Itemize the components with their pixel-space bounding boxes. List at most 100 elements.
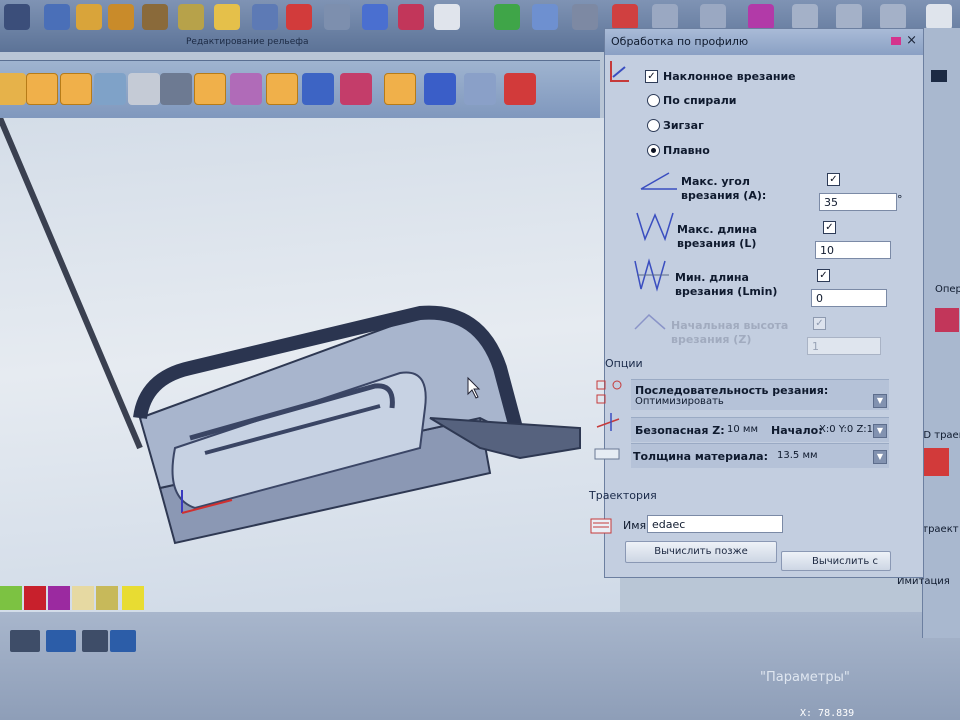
radio-smooth[interactable]	[647, 144, 660, 157]
taskbar-item-3[interactable]	[82, 630, 108, 652]
arc-icon[interactable]	[652, 4, 678, 30]
3d-viewport[interactable]	[0, 118, 620, 638]
max-angle-checkbox[interactable]: ✓	[827, 173, 840, 186]
thickness-dropdown-icon[interactable]: ▼	[873, 450, 887, 464]
trajectory-icon	[587, 513, 617, 539]
view-axes-button[interactable]	[60, 73, 92, 105]
relief-shape-icon[interactable]	[44, 4, 70, 30]
relief-star-icon[interactable]	[398, 4, 424, 30]
move-arrows-icon[interactable]	[926, 4, 952, 30]
file-icon[interactable]	[4, 4, 30, 30]
name-label: Имя:	[623, 519, 650, 532]
safe-z-row[interactable]: Безопасная Z: 10 мм Начало: X:0 Y:0 Z:10…	[631, 417, 889, 442]
min-len-field[interactable]: 0	[811, 289, 887, 307]
rounded-rect-icon[interactable]	[836, 4, 862, 30]
trajectory-name-field[interactable]: edaec	[647, 515, 783, 533]
view-render-icon[interactable]	[504, 73, 536, 105]
view-relief-icon[interactable]	[230, 73, 262, 105]
start-height-label-1: Начальная высота	[671, 319, 789, 332]
relief-home-icon[interactable]	[286, 4, 312, 30]
start-height-field[interactable]: 1	[807, 337, 881, 355]
safe-z-icon	[593, 409, 625, 437]
corner-icon[interactable]	[880, 4, 906, 30]
vector-icon[interactable]	[572, 4, 598, 30]
view-toolbar	[0, 60, 600, 119]
swatch-purple[interactable]	[48, 586, 70, 610]
pin-icon[interactable]	[891, 37, 901, 45]
ramp-icon	[609, 59, 631, 87]
min-len-checkbox[interactable]: ✓	[817, 269, 830, 282]
close-icon[interactable]: ×	[906, 33, 917, 48]
operations-label: Опер	[935, 284, 960, 295]
thickness-label: Толщина материала:	[633, 450, 768, 463]
max-len-label-2: врезания (L)	[677, 237, 757, 250]
view-layer-icon[interactable]	[302, 73, 334, 105]
start-height-checkbox[interactable]: ✓	[813, 317, 826, 330]
safe-z-value: 10 мм	[727, 424, 758, 435]
relief-column-icon[interactable]	[324, 4, 350, 30]
panel-title: Обработка по профилю	[611, 35, 749, 48]
max-angle-field[interactable]: 35	[819, 193, 897, 211]
relief-pen-icon[interactable]	[434, 4, 460, 30]
color-swatch-bar	[0, 576, 200, 612]
operation-icon[interactable]	[935, 308, 959, 332]
view-pencil-icon[interactable]	[128, 73, 160, 105]
max-len-field[interactable]: 10	[815, 241, 891, 259]
collapse-up-icon[interactable]	[931, 70, 947, 82]
panel-header: Обработка по профилю ×	[605, 29, 923, 55]
profile-machining-panel: Обработка по профилю × ✓ Наклонное вреза…	[589, 28, 924, 578]
view-zoom-icon[interactable]	[464, 73, 496, 105]
calculate-later-button[interactable]: Вычислить позже	[625, 541, 777, 563]
node-circle-icon[interactable]	[792, 4, 818, 30]
view-layer-red-icon[interactable]	[340, 73, 372, 105]
gear-red-icon[interactable]	[612, 4, 638, 30]
taskbar-item-4[interactable]	[110, 630, 136, 652]
add-green-icon[interactable]	[494, 4, 520, 30]
radio-spiral[interactable]	[647, 94, 660, 107]
3d-model-drawing	[0, 118, 581, 545]
dome-icon[interactable]	[532, 4, 558, 30]
bulb-icon[interactable]	[0, 73, 26, 105]
max-len-label-1: Макс. длина	[677, 223, 758, 236]
status-area	[0, 612, 960, 720]
node-square-icon[interactable]	[748, 4, 774, 30]
relief-subtract-icon[interactable]	[108, 4, 134, 30]
relief-merge-icon[interactable]	[142, 4, 168, 30]
bell-shape-icon[interactable]	[700, 4, 726, 30]
view-iso-button[interactable]	[26, 73, 58, 105]
swatch-olive[interactable]	[96, 586, 118, 610]
relief-smooth-icon[interactable]	[178, 4, 204, 30]
start-point-label: Начало:	[771, 424, 823, 437]
ramp-checkbox[interactable]: ✓	[645, 70, 658, 83]
relief-lock-icon[interactable]	[252, 4, 278, 30]
ramp-label: Наклонное врезание	[663, 70, 796, 83]
view-brush-icon[interactable]	[424, 73, 456, 105]
relief-sculpt-icon[interactable]	[214, 4, 240, 30]
safe-z-dropdown-icon[interactable]: ▼	[873, 424, 887, 438]
max-len-checkbox[interactable]: ✓	[823, 221, 836, 234]
swatch-green[interactable]	[0, 586, 22, 610]
safe-z-label: Безопасная Z:	[635, 424, 725, 437]
relief-plane-icon[interactable]	[362, 4, 388, 30]
thickness-row[interactable]: Толщина материала: 13.5 мм ▼	[631, 443, 889, 468]
relief-add-icon[interactable]	[76, 4, 102, 30]
sequence-row[interactable]: Последовательность резания: Оптимизирова…	[631, 379, 889, 410]
swatch-red[interactable]	[24, 586, 46, 610]
taskbar-item-2[interactable]	[46, 630, 76, 652]
view-star-button[interactable]	[266, 73, 298, 105]
view-tool-button[interactable]	[384, 73, 416, 105]
view-material-icon[interactable]	[160, 73, 192, 105]
radio-zigzag[interactable]	[647, 119, 660, 132]
view-block-button[interactable]	[194, 73, 226, 105]
swatch-cream[interactable]	[72, 586, 94, 610]
min-len-label-2: врезания (Lmin)	[675, 285, 778, 298]
trajectory-header: Траектория	[589, 489, 657, 502]
taskbar-item-1[interactable]	[10, 630, 40, 652]
sequence-dropdown-icon[interactable]: ▼	[873, 394, 887, 408]
sequence-value: Оптимизировать	[635, 396, 724, 407]
view-wireframe-icon[interactable]	[94, 73, 126, 105]
parameters-label: "Параметры"	[760, 670, 850, 685]
calculate-now-button[interactable]: Вычислить с	[781, 551, 891, 571]
swatch-yellow[interactable]	[122, 586, 144, 610]
max-angle-label-2: врезания (A):	[681, 189, 767, 202]
